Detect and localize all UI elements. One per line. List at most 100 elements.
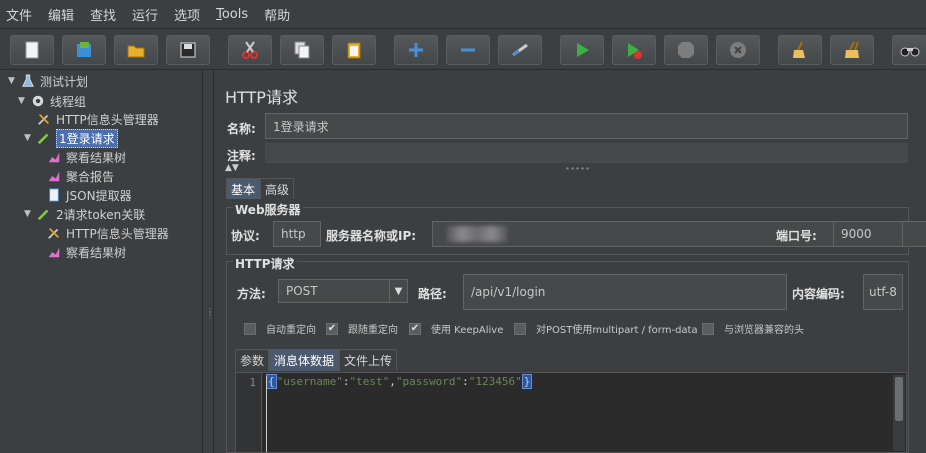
tab-basic[interactable]: 基本: [226, 178, 261, 199]
play-no-pause-icon: [628, 43, 642, 59]
shutdown-icon: [730, 42, 746, 58]
tree-node-aggregate-report[interactable]: 聚合报告: [46, 167, 114, 185]
start-button[interactable]: [560, 35, 604, 65]
encoding-field[interactable]: utf-8: [863, 274, 903, 310]
tree-node-request-1[interactable]: ▼ 1登录请求: [24, 128, 118, 148]
menu-tools-label: ools: [221, 6, 249, 22]
graph-icon: [46, 244, 62, 260]
menu-search[interactable]: 查找: [88, 3, 118, 26]
json-value-username: test: [356, 375, 383, 388]
tree-node-header-manager-2[interactable]: HTTP信息头管理器: [46, 224, 169, 242]
tree-node-request-2[interactable]: ▼ 2请求token关联: [24, 205, 145, 223]
follow-redirect-checkbox[interactable]: ✔ 跟随重定向: [326, 321, 398, 336]
tree-node-json-extractor[interactable]: JSON提取器: [46, 186, 132, 204]
collapse-toggle-icon[interactable]: ▲▼: [225, 163, 239, 173]
tree-node-thread-group[interactable]: ▼ 线程组: [18, 92, 86, 110]
menu-tools[interactable]: Tools: [214, 5, 250, 24]
checkbox-checked-icon[interactable]: ✔: [409, 322, 421, 335]
line-number: 1: [249, 376, 256, 389]
tree-label: JSON提取器: [66, 188, 132, 203]
tab-file-upload[interactable]: 文件上传: [339, 349, 398, 371]
tree-label: 线程组: [50, 94, 87, 109]
port-label: 端口号:: [776, 229, 817, 243]
path-field[interactable]: /api/v1/login: [463, 274, 787, 310]
tree-node-test-plan[interactable]: ▼ 测试计划: [8, 72, 88, 90]
tab-parameters[interactable]: 参数: [235, 349, 270, 371]
json-open-brace: {: [266, 374, 277, 389]
minus-icon: [461, 48, 475, 52]
menu-edit[interactable]: 编辑: [46, 3, 76, 26]
resize-grip-icon[interactable]: ∙∙∙∙∙: [565, 164, 590, 173]
clear-button[interactable]: [778, 35, 822, 65]
checkbox-label: 使用 KeepAlive: [431, 325, 504, 336]
menu-help[interactable]: 帮助: [262, 3, 292, 26]
start-no-timers-button[interactable]: [612, 35, 656, 65]
copy-icon: [294, 41, 310, 59]
collapse-arrow-icon[interactable]: ▼: [24, 133, 36, 143]
tree-node-header-manager-1[interactable]: HTTP信息头管理器: [36, 110, 159, 128]
dropdown-arrow-icon[interactable]: ▼: [389, 280, 407, 302]
checkbox-label: 跟随重定向: [348, 325, 398, 336]
checkbox-box[interactable]: [514, 322, 526, 335]
tab-advanced[interactable]: 高级: [260, 178, 295, 199]
json-key-password: password: [402, 375, 456, 388]
templates-button[interactable]: [62, 35, 106, 65]
body-data-editor[interactable]: 1 {"username":"test","password":"123456"…: [235, 372, 907, 453]
paste-button[interactable]: [332, 35, 376, 65]
tree-label: 测试计划: [40, 74, 89, 89]
open-button[interactable]: [114, 35, 158, 65]
cut-button[interactable]: [228, 35, 272, 65]
wrench-icon: [36, 111, 52, 127]
port-field[interactable]: 9000: [833, 221, 903, 247]
test-plan-tree: ▼ 测试计划 ▼ 线程组 HTTP信息头管理器 ▼ 1登录请求 察看结果树 聚合…: [0, 70, 203, 453]
collapse-all-button[interactable]: [446, 35, 490, 65]
clear-all-button[interactable]: [830, 35, 874, 65]
scissors-icon: [242, 41, 258, 59]
checkbox-box[interactable]: [244, 322, 256, 335]
method-select[interactable]: POST ▼: [278, 279, 408, 303]
browser-headers-checkbox[interactable]: 与浏览器兼容的头: [702, 321, 804, 336]
graph-icon: [46, 149, 62, 165]
stop-button[interactable]: [664, 35, 708, 65]
toggle-button[interactable]: [498, 35, 542, 65]
copy-button[interactable]: [280, 35, 324, 65]
method-label: 方法:: [237, 287, 266, 301]
new-button[interactable]: [10, 35, 54, 65]
server-label: 服务器名称或IP:: [326, 229, 417, 243]
name-field[interactable]: 1登录请求: [265, 113, 908, 139]
collapse-arrow-icon[interactable]: ▼: [8, 76, 20, 86]
collapse-arrow-icon[interactable]: ▼: [24, 209, 36, 219]
json-body-text[interactable]: {"username":"test","password":"123456"}: [266, 374, 533, 389]
auto-redirect-checkbox[interactable]: 自动重定向: [244, 321, 316, 336]
graph-icon: [46, 168, 62, 184]
collapse-arrow-icon[interactable]: ▼: [18, 96, 30, 106]
checkbox-label: 对POST使用multipart / form-data: [536, 325, 698, 336]
templates-icon: [77, 42, 91, 57]
panel-splitter[interactable]: ⋮ ⋮: [203, 70, 214, 453]
pipette-icon: [36, 130, 52, 146]
checkbox-box[interactable]: [702, 322, 714, 335]
protocol-field[interactable]: http: [273, 221, 321, 247]
document-icon: [46, 187, 62, 203]
menu-run[interactable]: 运行: [130, 3, 160, 26]
text-cursor: [266, 376, 267, 452]
http-request-panel: HTTP请求 名称: 1登录请求 注释: ▲▼ ∙∙∙∙∙ 基本 高级 Web服…: [215, 70, 926, 453]
menu-file[interactable]: 文件: [4, 3, 34, 26]
scrollbar-thumb[interactable]: [895, 377, 903, 421]
tree-node-view-results-2[interactable]: 察看结果树: [46, 243, 126, 261]
shutdown-button[interactable]: [716, 35, 760, 65]
checkbox-checked-icon[interactable]: ✔: [326, 322, 338, 335]
comment-field[interactable]: [265, 143, 908, 163]
expand-all-button[interactable]: [394, 35, 438, 65]
search-button[interactable]: [892, 35, 926, 65]
editor-scrollbar[interactable]: [893, 375, 905, 451]
tree-label: HTTP信息头管理器: [66, 226, 169, 241]
tree-node-view-results-1[interactable]: 察看结果树: [46, 148, 126, 166]
tab-body-data[interactable]: 消息体数据: [269, 349, 340, 371]
tree-label: 聚合报告: [66, 169, 115, 184]
save-button[interactable]: [166, 35, 210, 65]
menu-options[interactable]: 选项: [172, 3, 202, 26]
multipart-checkbox[interactable]: 对POST使用multipart / form-data: [514, 321, 698, 336]
keepalive-checkbox[interactable]: ✔ 使用 KeepAlive: [409, 321, 503, 336]
checkbox-label: 自动重定向: [266, 325, 316, 336]
